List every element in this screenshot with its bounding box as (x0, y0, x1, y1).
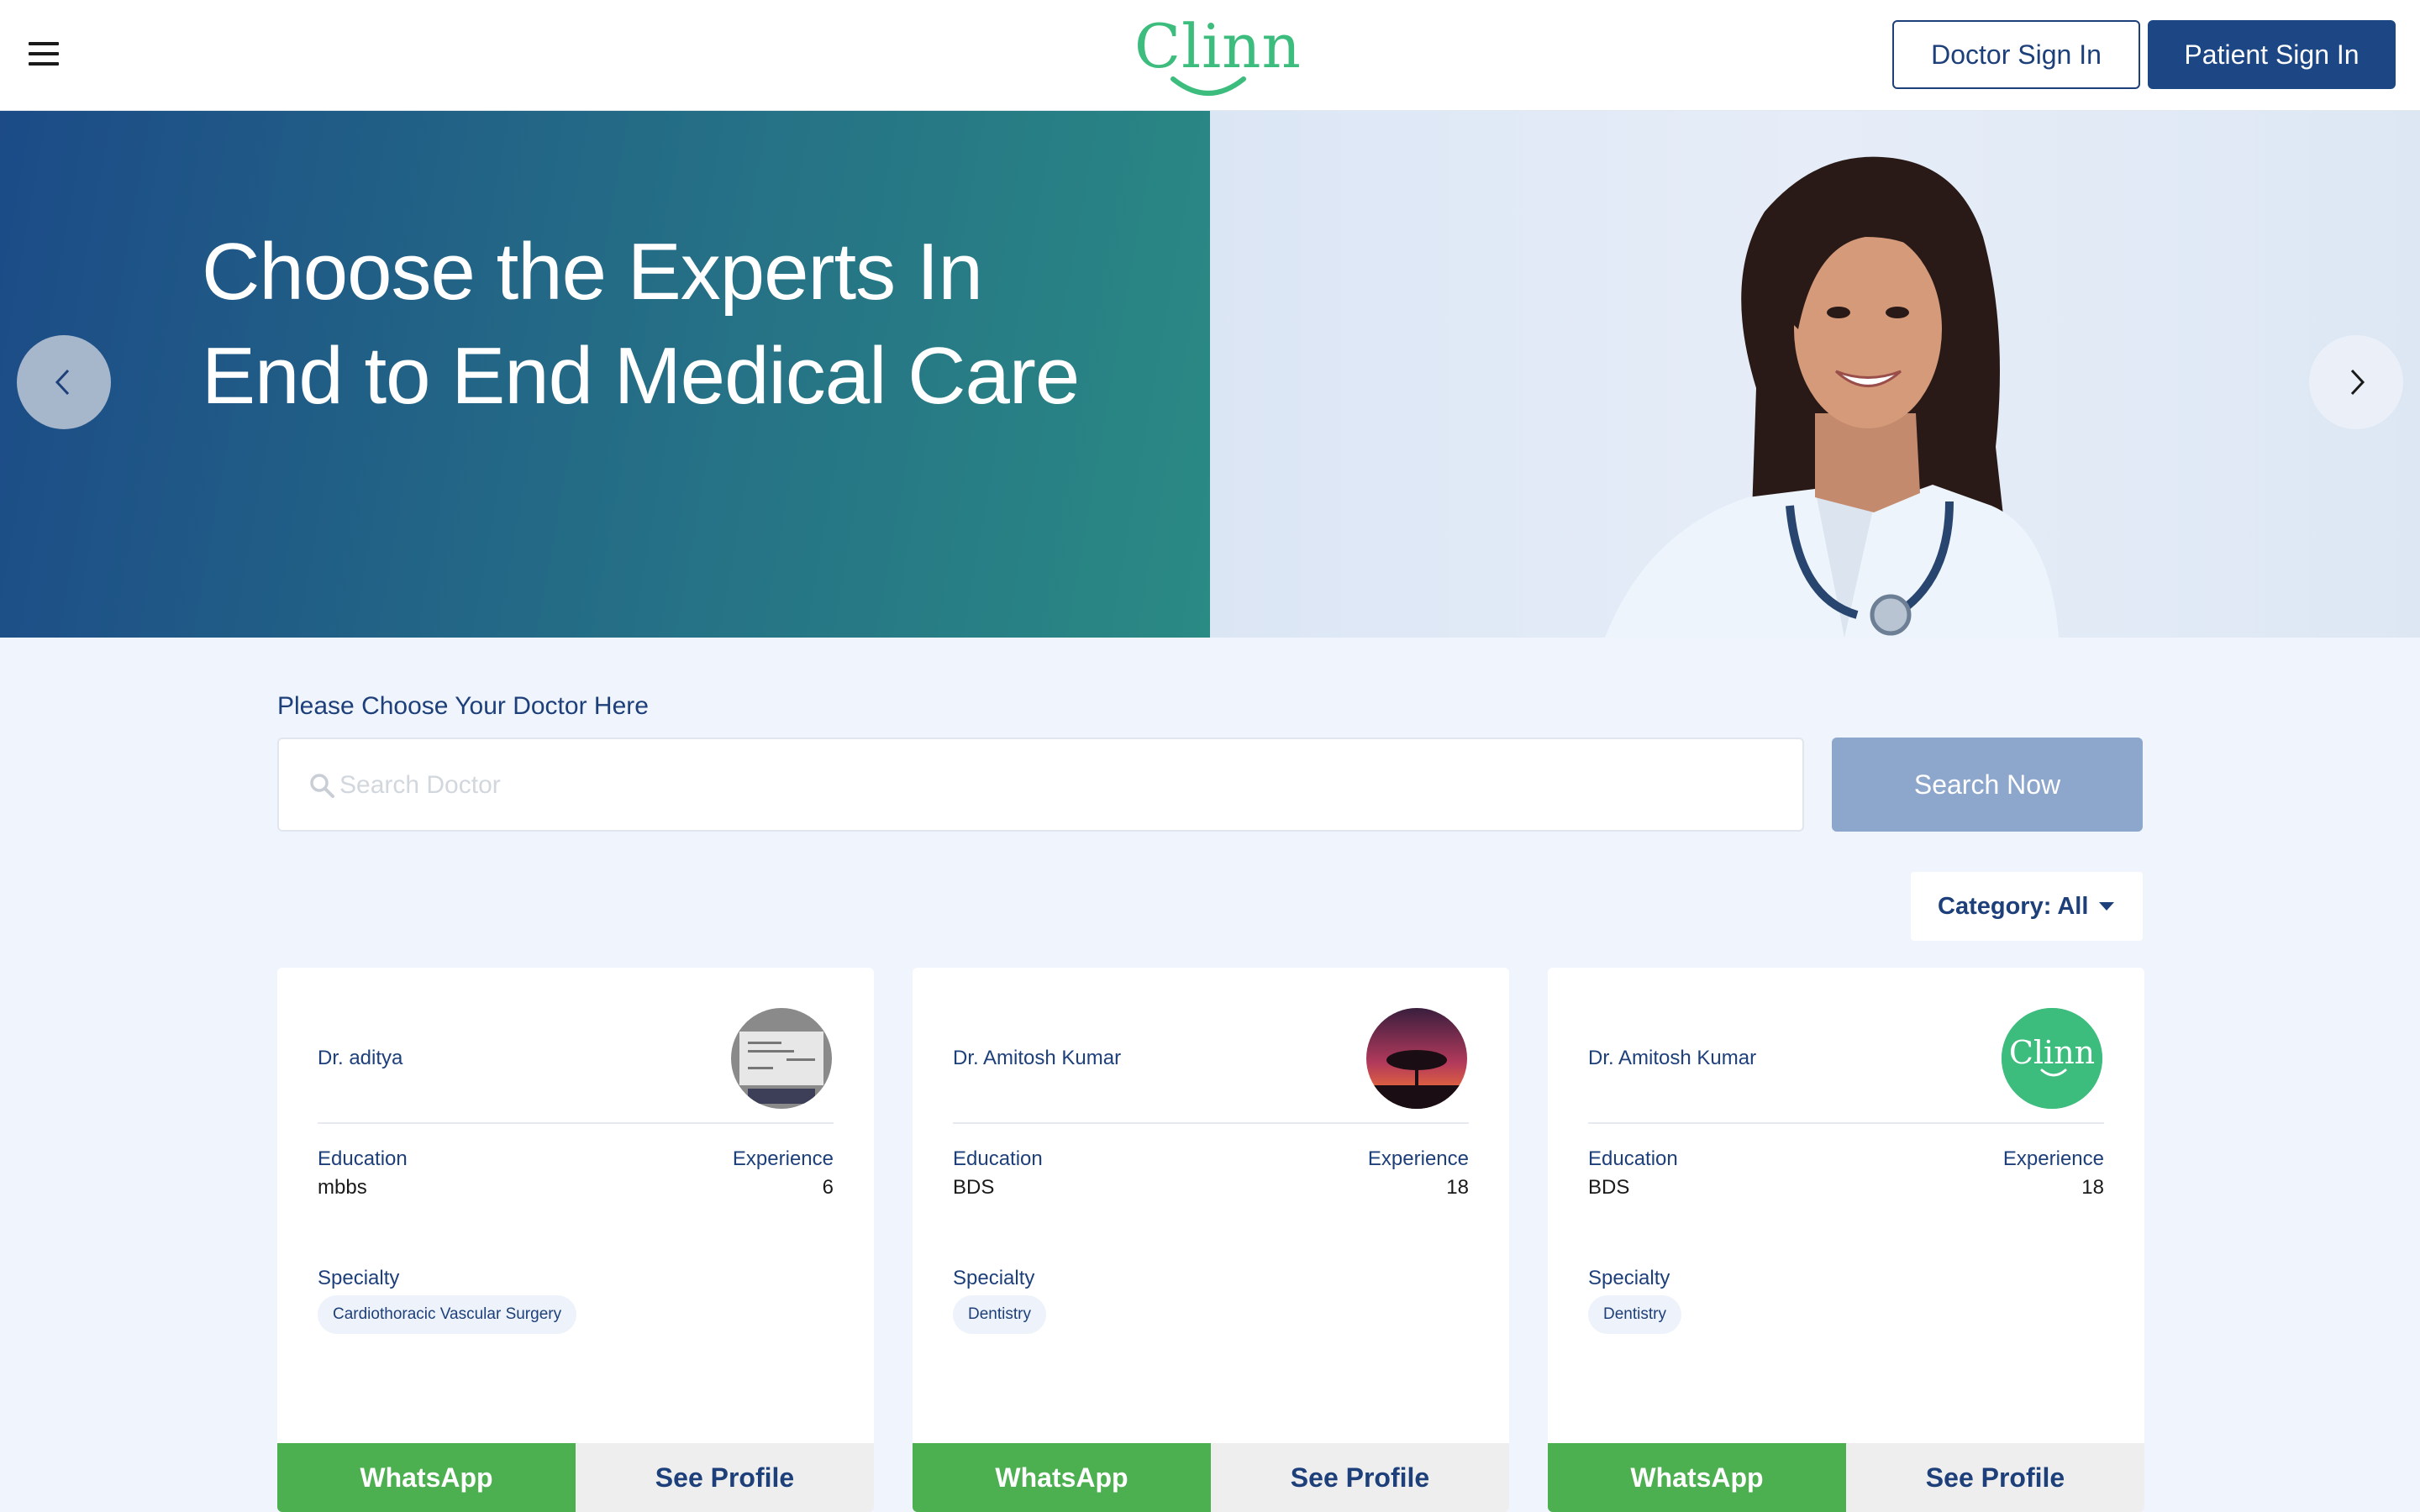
logo-smile-icon (1171, 76, 1246, 96)
doctor-name: Dr. Amitosh Kumar (953, 1047, 1122, 1069)
svg-text:Clinn: Clinn (2009, 1034, 2095, 1071)
doctor-photo (1605, 156, 2059, 638)
hero-title: Choose the Experts In End to End Medical… (202, 227, 1080, 421)
clinn-logo-avatar: Clinn (2002, 1008, 2102, 1109)
education-value: BDS (1588, 1176, 1630, 1199)
chevron-left-icon (55, 369, 70, 396)
doctor-card: Dr. Amitosh Kumar Education Experience B… (913, 968, 1509, 1512)
doctor-avatar[interactable]: Clinn (2002, 1008, 2102, 1109)
specialty-label: Specialty (1588, 1267, 1670, 1289)
top-navbar: Clinn Doctor Sign In Patient Sign In (0, 0, 2420, 111)
search-icon (310, 774, 334, 798)
category-dropdown[interactable]: Category: All (1911, 872, 2143, 941)
specialty-chip: Dentistry (953, 1295, 1046, 1334)
carousel-prev-button[interactable] (17, 335, 111, 429)
doctor-name: Dr. Amitosh Kumar (1588, 1047, 1757, 1069)
hero-text-panel: Choose the Experts In End to End Medical… (0, 111, 1210, 638)
education-label: Education (318, 1147, 408, 1170)
doctor-avatar[interactable] (731, 1008, 832, 1109)
search-input[interactable] (339, 756, 1768, 815)
experience-value: 6 (822, 1176, 834, 1199)
logo-text: Clinn (1134, 11, 1302, 81)
avatar-photo (731, 1008, 832, 1109)
specialty-chip: Dentistry (1588, 1295, 1681, 1334)
education-value: mbbs (318, 1176, 367, 1199)
caret-down-icon (2099, 902, 2114, 911)
whatsapp-button[interactable]: WhatsApp (913, 1443, 1211, 1512)
specialty-chip: Cardiothoracic Vascular Surgery (318, 1295, 577, 1334)
carousel-next-button[interactable] (2309, 335, 2403, 429)
whatsapp-button[interactable]: WhatsApp (1548, 1443, 1846, 1512)
patient-sign-in-button[interactable]: Patient Sign In (2148, 20, 2396, 89)
card-divider (953, 1122, 1469, 1124)
avatar-photo (1366, 1008, 1467, 1109)
chevron-right-icon (2350, 369, 2365, 396)
experience-value: 18 (2081, 1176, 2104, 1199)
specialty-label: Specialty (318, 1267, 400, 1289)
doctor-avatar[interactable] (1366, 1008, 1467, 1109)
doctor-sign-in-button[interactable]: Doctor Sign In (1892, 20, 2140, 89)
clinn-logo[interactable]: Clinn (1134, 8, 1302, 101)
experience-value: 18 (1446, 1176, 1469, 1199)
category-label: Category: All (1938, 892, 2089, 920)
choose-doctor-label: Please Choose Your Doctor Here (277, 692, 649, 720)
specialty-label: Specialty (953, 1267, 1035, 1289)
hero-image-panel (1210, 111, 2420, 638)
search-field[interactable] (277, 738, 1804, 832)
card-divider (1588, 1122, 2104, 1124)
search-now-button[interactable]: Search Now (1832, 738, 2143, 832)
whatsapp-button[interactable]: WhatsApp (277, 1443, 576, 1512)
doctor-card: Dr. Amitosh Kumar Clinn Education Experi… (1548, 968, 2144, 1512)
experience-label: Experience (1367, 1147, 1469, 1170)
education-label: Education (1588, 1147, 1678, 1170)
hamburger-menu-icon[interactable] (29, 42, 60, 67)
card-divider (318, 1122, 834, 1124)
see-profile-button[interactable]: See Profile (1211, 1443, 1509, 1512)
see-profile-button[interactable]: See Profile (1846, 1443, 2144, 1512)
education-label: Education (953, 1147, 1043, 1170)
education-value: BDS (953, 1176, 995, 1199)
experience-label: Experience (2002, 1147, 2104, 1170)
hero-carousel: Choose the Experts In End to End Medical… (0, 111, 2420, 638)
experience-label: Experience (732, 1147, 834, 1170)
see-profile-button[interactable]: See Profile (576, 1443, 874, 1512)
doctor-name: Dr. aditya (318, 1047, 403, 1069)
doctor-card: Dr. aditya Education Experience mbbs 6 S… (277, 968, 874, 1512)
